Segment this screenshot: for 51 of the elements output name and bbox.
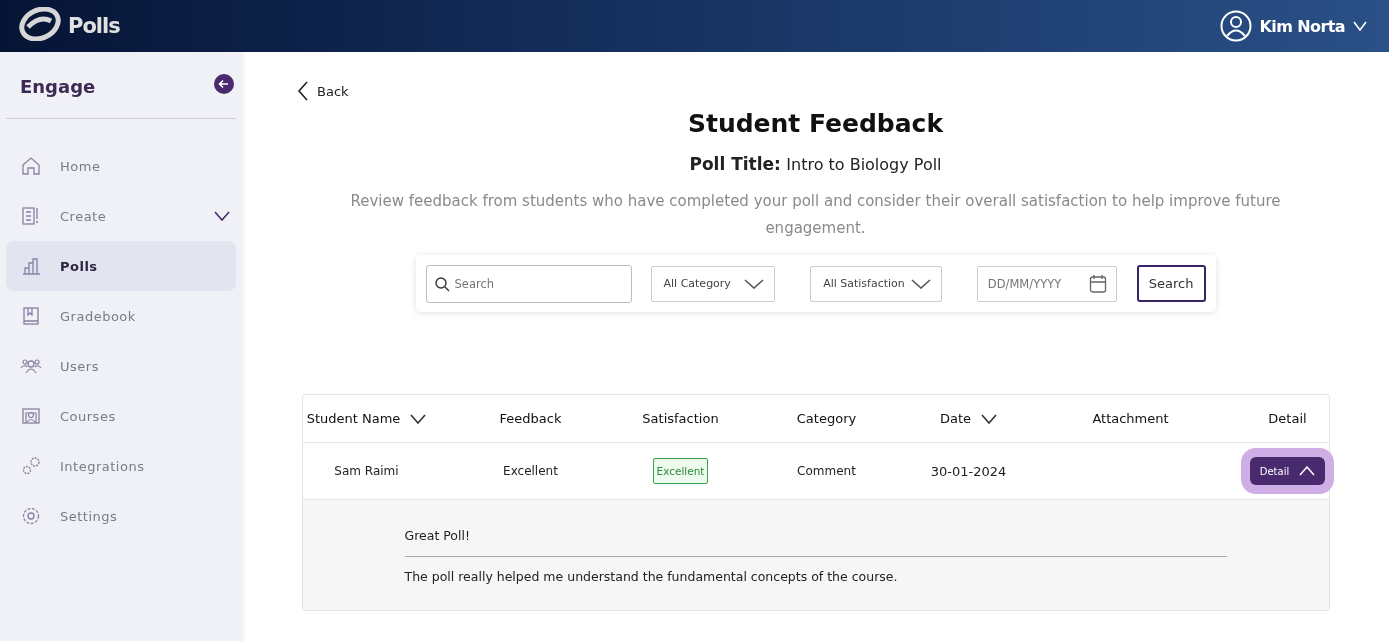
sidebar-item[interactable]: Users xyxy=(6,341,236,391)
sidebar-item[interactable]: Integrations xyxy=(6,441,236,491)
column-header: Satisfaction xyxy=(641,411,720,426)
search-button[interactable]: Search xyxy=(1136,265,1206,302)
description-text: Review feedback from students who have completed your poll and consider their overall satisfaction to help improve future engagement. xyxy=(349,191,1282,239)
sidebar-item[interactable]: Settings xyxy=(6,491,236,541)
poll-title: Poll Title: Intro to Biology Poll xyxy=(689,154,942,174)
table-cell-text: Comment xyxy=(796,464,857,478)
chevron-down-icon xyxy=(214,211,230,221)
column-header[interactable]: Date xyxy=(922,411,1015,426)
house-icon xyxy=(20,155,42,177)
chevron-down-icon xyxy=(910,278,931,289)
settings-icon xyxy=(20,505,42,527)
search-field[interactable]: Search xyxy=(425,264,632,303)
bar-chart-icon xyxy=(20,255,42,277)
sidebar-item[interactable]: Gradebook xyxy=(6,291,236,341)
page-heading: Student Feedback xyxy=(687,109,944,138)
book-icon xyxy=(20,305,42,327)
app-name: Polls xyxy=(68,14,120,38)
column-header: Attachment xyxy=(1091,411,1170,426)
user-avatar-icon xyxy=(1219,10,1252,42)
search-icon xyxy=(433,275,450,292)
sidebar-item[interactable]: Courses xyxy=(6,391,236,441)
column-header[interactable]: Student Name xyxy=(302,411,431,426)
table-cell-text: 30-01-2024 xyxy=(929,463,1008,479)
chevron-down-icon xyxy=(1353,21,1367,31)
chevron-up-icon xyxy=(1299,466,1316,476)
sidebar-item[interactable]: Create xyxy=(6,191,236,241)
date-field[interactable]: DD/MM/YYYY xyxy=(976,265,1117,302)
satisfaction-badge: Excellent xyxy=(652,458,709,484)
category-dropdown[interactable]: All Category xyxy=(650,265,776,302)
board-icon xyxy=(20,405,42,427)
satisfaction-dropdown[interactable]: All Satisfaction xyxy=(810,265,942,302)
sidebar-item[interactable]: Polls xyxy=(6,241,236,291)
table-cell-text: Excellent xyxy=(502,464,559,478)
user-menu[interactable]: Kim Norta xyxy=(1219,10,1367,42)
sidebar-item[interactable]: Home xyxy=(6,141,236,191)
logo-icon xyxy=(18,7,62,41)
column-header: Detail xyxy=(1267,411,1308,426)
chevron-left-icon xyxy=(297,81,309,101)
feedback-text: The poll really helped me understand the fundamental concepts of the course. xyxy=(404,568,899,584)
feedback-title: Great Poll! xyxy=(404,528,1227,557)
table-cell-text: Sam Raimi xyxy=(333,464,400,478)
column-header: Category xyxy=(795,411,858,426)
chevron-down-icon xyxy=(744,278,765,289)
calendar-icon[interactable] xyxy=(1088,273,1107,294)
sidebar-title: Engage xyxy=(20,75,96,97)
back-link[interactable]: Back xyxy=(297,81,349,101)
chevron-down-icon xyxy=(981,413,998,424)
chevron-down-icon xyxy=(410,413,427,424)
column-header: Feedback xyxy=(498,411,563,426)
